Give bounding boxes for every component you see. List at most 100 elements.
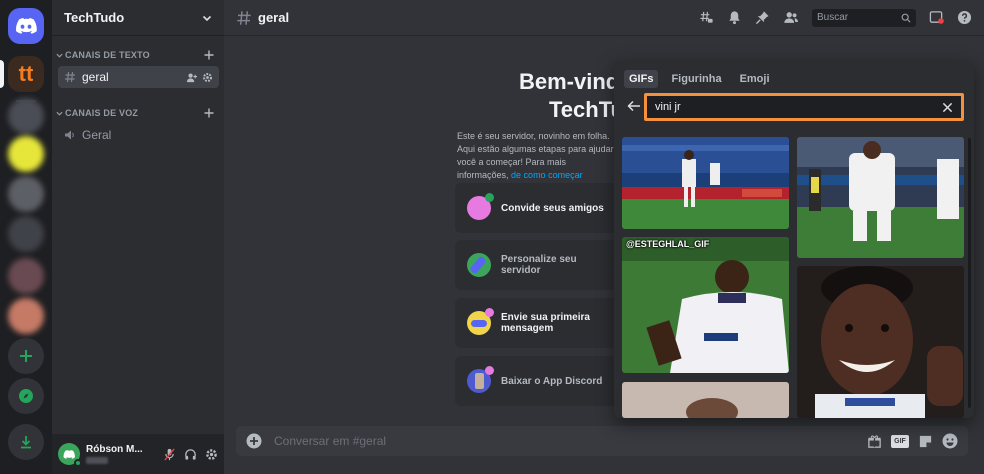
card-label: Envie sua primeira mensagem [501,312,590,334]
gif-result-1[interactable] [622,137,789,229]
guild-name: TechTudo [64,10,125,25]
picker-tabs: GIFs Figurinha Emoji [624,70,775,88]
getting-started-link[interactable]: de como começar [511,170,583,180]
phone-app-icon [467,366,494,393]
inbox-icon[interactable] [929,10,944,25]
discord-logo-icon [63,449,75,459]
member-list-icon[interactable] [783,10,799,25]
selected-server-indicator [0,60,4,88]
gif-picker-button[interactable]: GIF [891,434,909,448]
search-input[interactable]: Buscar [812,8,916,27]
search-placeholder: Buscar [817,12,849,23]
download-icon [21,436,31,449]
user-panel: Róbson M... [52,434,224,474]
chat-bubble-icon [467,308,494,335]
gif-result-4[interactable] [797,266,964,418]
gift-icon[interactable] [867,434,882,449]
personalize-server-card[interactable]: Personalize seu servidor [455,240,625,290]
card-label: Convide seus amigos [501,202,604,214]
gif-search-box [644,93,964,121]
card-label: Personalize seu servidor [501,254,577,276]
user-settings-gear-icon[interactable] [205,448,218,461]
voice-channel-geral[interactable]: Geral [58,124,219,146]
mute-microphone-icon[interactable] [163,447,176,461]
username: Róbson M... [86,444,143,455]
download-app-card[interactable]: Baixar o App Discord [455,356,625,406]
personalize-icon [467,253,491,277]
gif-thumbnail [622,237,789,373]
channel-label: Geral [82,128,112,142]
search-icon [901,13,911,23]
server-blurred-5[interactable] [8,258,44,294]
create-channel-plus-icon[interactable] [204,108,214,118]
category-text-channels[interactable]: CANAIS DE TEXTO [52,46,224,64]
channel-item-geral[interactable]: geral [58,66,219,88]
add-server-button[interactable] [8,338,44,374]
hashtag-icon [237,10,251,25]
add-attachment-icon[interactable] [246,433,262,449]
tab-stickers[interactable]: Figurinha [666,70,726,88]
message-input[interactable]: Conversar em #geral [274,434,386,448]
chevron-down-icon [56,111,63,116]
category-label: CANAIS DE TEXTO [65,50,150,60]
gif-picker-popup: GIFs Figurinha Emoji vini jr @ESTEGHLAL_… [614,60,974,418]
server-blurred-6[interactable] [8,298,44,334]
card-label: Baixar o App Discord [501,375,603,387]
send-first-message-card[interactable]: Envie sua primeira mensagem [455,298,625,348]
gif-result-5[interactable] [622,382,789,418]
gif-thumbnail [622,137,789,229]
category-voice-channels[interactable]: CANAIS DE VOZ [52,104,224,122]
picker-scrollbar[interactable] [968,138,971,408]
message-composer[interactable]: Conversar em #geral GIF [236,426,968,456]
emoji-icon[interactable] [942,433,958,449]
pin-icon[interactable] [755,10,770,25]
gif-search-input[interactable] [655,101,942,113]
category-label: CANAIS DE VOZ [65,108,139,118]
gif-result-3[interactable]: @ESTEGHLAL_GIF [622,237,789,373]
server-blurred-2[interactable] [8,136,44,172]
download-apps-button[interactable] [8,424,44,460]
avatar[interactable] [58,443,82,467]
plus-icon [20,350,32,362]
invite-member-icon[interactable] [186,72,197,83]
headphones-icon[interactable] [184,448,197,461]
user-tag-blurred [86,457,108,464]
channel-sidebar: TechTudo CANAIS DE TEXTO geral CANAIS DE… [52,0,224,474]
welcome-subtitle: Este é seu servidor, novinho em folha. A… [457,130,617,182]
notification-bell-icon[interactable] [727,10,742,25]
channel-label: geral [82,70,109,84]
threads-icon[interactable] [699,10,714,25]
invite-friends-card[interactable]: Convide seus amigos [455,183,625,233]
techtudo-logo-icon: tt [18,61,34,86]
channel-header: geral Buscar [224,0,984,36]
server-rail: tt [0,0,52,474]
create-channel-plus-icon[interactable] [204,50,214,60]
tab-emoji[interactable]: Emoji [735,70,775,88]
discord-app: tt TechTudo CANAIS DE TEXTO geral CANAIS… [0,0,984,474]
back-arrow-icon[interactable] [626,98,642,114]
discord-home-button[interactable] [8,8,44,44]
sticker-icon[interactable] [918,434,933,449]
server-blurred-3[interactable] [8,176,44,212]
help-icon[interactable] [957,10,972,25]
explore-servers-button[interactable] [8,378,44,414]
hashtag-icon [65,71,75,83]
discord-logo-icon [16,18,37,34]
invite-friends-icon [467,193,494,220]
server-blurred-1[interactable] [8,98,44,134]
gif-watermark: @ESTEGHLAL_GIF [626,239,710,249]
gif-result-2[interactable] [797,137,964,258]
chevron-down-icon [56,53,63,58]
channel-title: geral [258,10,290,25]
gif-thumbnail [797,137,964,258]
server-techtudo[interactable]: tt [8,56,44,92]
tab-gifs[interactable]: GIFs [624,70,659,88]
guild-header[interactable]: TechTudo [52,0,224,36]
chevron-down-icon [202,15,212,21]
online-status-dot [74,459,82,467]
gear-icon[interactable] [202,72,213,83]
server-blurred-4[interactable] [8,216,44,252]
clear-search-icon[interactable] [942,102,953,113]
speaker-icon [65,130,74,140]
compass-icon [19,389,33,403]
